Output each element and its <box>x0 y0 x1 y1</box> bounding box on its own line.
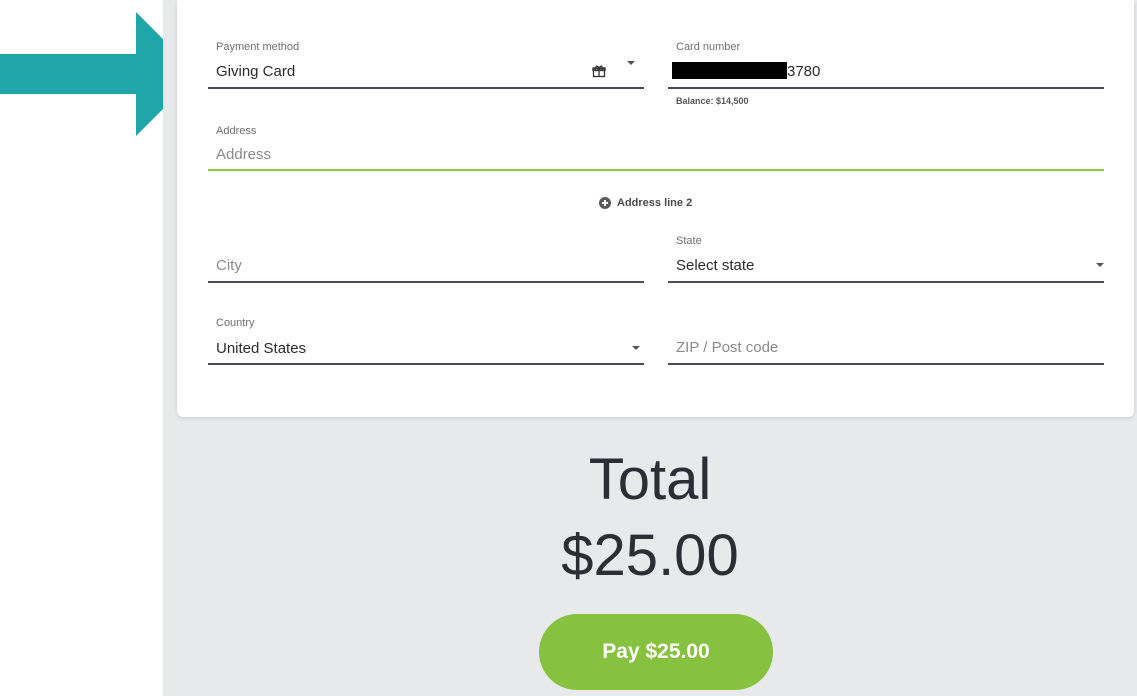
card-number-suffix: 3780 <box>787 63 821 80</box>
zip-input: ZIP / Post code <box>676 339 779 356</box>
address-line2-label: Address line 2 <box>617 197 693 209</box>
country-value: United States <box>216 340 307 357</box>
chevron-down-icon <box>632 346 640 350</box>
zip-field[interactable]: ZIP / Post code <box>668 316 1104 366</box>
address-label: Address <box>216 125 257 137</box>
chevron-down-icon <box>627 61 635 65</box>
country-label: Country <box>216 317 255 329</box>
chevron-down-icon <box>1096 263 1104 267</box>
payment-form-card: Payment method Giving Card Card number 3… <box>177 0 1134 417</box>
country-underline <box>208 363 644 365</box>
total-label: Total <box>588 447 712 512</box>
country-select[interactable]: Country United States <box>208 316 644 366</box>
payment-method-underline <box>208 87 644 89</box>
add-address-line2-button[interactable]: Address line 2 <box>599 194 692 212</box>
state-underline <box>668 281 1104 283</box>
card-number-field[interactable]: Card number 3780 <box>668 40 1104 90</box>
state-select[interactable]: State Select state <box>668 234 1104 284</box>
card-number-label: Card number <box>676 41 741 53</box>
gift-icon <box>592 65 606 78</box>
pay-button[interactable]: Pay $25.00 <box>539 614 773 690</box>
payment-method-select[interactable]: Payment method Giving Card <box>208 40 644 90</box>
payment-method-value: Giving Card <box>216 63 296 80</box>
payment-method-label: Payment method <box>216 41 300 53</box>
total-amount: $25.00 <box>561 523 739 588</box>
city-underline <box>208 281 644 283</box>
city-field[interactable]: City <box>208 234 644 284</box>
address-input: Address <box>216 146 272 163</box>
state-label: State <box>676 235 702 247</box>
address-field[interactable]: Address Address <box>208 124 1104 174</box>
zip-underline <box>668 363 1104 365</box>
address-underline <box>208 169 1104 171</box>
card-number-underline <box>668 87 1104 89</box>
card-balance: Balance: $14,500 <box>676 96 749 106</box>
card-number-redaction <box>672 62 787 79</box>
city-input: City <box>216 257 242 274</box>
plus-circle-icon <box>599 197 611 209</box>
state-value: Select state <box>676 257 755 274</box>
